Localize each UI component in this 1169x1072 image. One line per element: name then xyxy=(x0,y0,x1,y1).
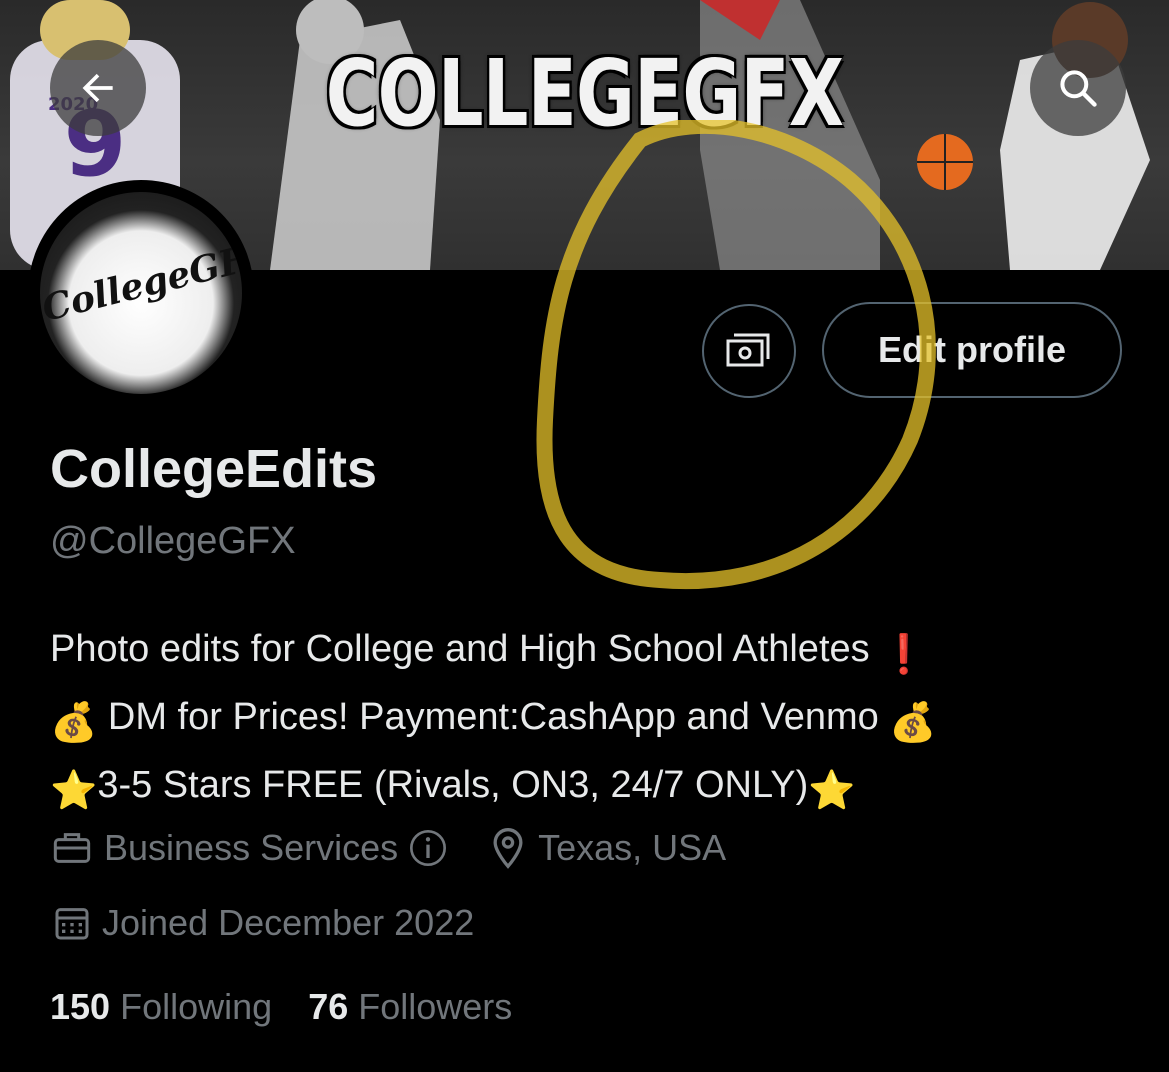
edit-profile-button[interactable]: Edit profile xyxy=(822,302,1122,398)
money-bill-icon xyxy=(726,333,770,367)
arrow-left-icon xyxy=(82,73,113,103)
calendar-icon xyxy=(55,908,89,940)
search-icon xyxy=(1060,70,1097,107)
avatar-logo-text: CollegeGFX xyxy=(40,232,242,330)
profile-meta-row: Business Services Texas, USA xyxy=(50,826,726,870)
briefcase-icon xyxy=(53,833,91,863)
tip-button[interactable] xyxy=(702,304,796,398)
profile-bio: Photo edits for College and High School … xyxy=(50,618,1150,822)
category-label: Business Services xyxy=(104,827,399,868)
joined-date: Joined December 2022 xyxy=(102,902,475,943)
bio-line-3: ⭐3-5 Stars FREE (Rivals, ON3, 24/7 ONLY)… xyxy=(50,754,1150,822)
followers-link[interactable]: 76 Followers xyxy=(308,986,512,1027)
following-link[interactable]: 150 Following xyxy=(50,986,272,1027)
back-button[interactable] xyxy=(50,40,146,136)
money-bag-emoji: 💰 xyxy=(50,702,98,744)
bio-line-1: Photo edits for College and High School … xyxy=(50,618,1150,686)
follow-stats: 150 Following 76 Followers xyxy=(50,986,512,1028)
followers-label: Followers xyxy=(358,986,513,1027)
following-label: Following xyxy=(120,986,273,1027)
location-pin-icon xyxy=(493,828,523,869)
star-emoji: ⭐ xyxy=(808,770,856,812)
bio-text: 3-5 Stars FREE (Rivals, ON3, 24/7 ONLY) xyxy=(97,764,809,806)
bio-text: DM for Prices! Payment:CashApp and Venmo xyxy=(97,696,890,738)
bio-line-2: 💰 DM for Prices! Payment:CashApp and Ven… xyxy=(50,686,1150,754)
joined-row: Joined December 2022 xyxy=(50,902,474,944)
banner-title: COLLEGEGFX xyxy=(325,40,844,147)
search-button[interactable] xyxy=(1030,40,1126,136)
location-label: Texas, USA xyxy=(538,827,727,868)
followers-count: 76 xyxy=(308,986,349,1027)
star-emoji: ⭐ xyxy=(50,770,98,812)
username-handle: @CollegeGFX xyxy=(50,520,296,562)
info-icon[interactable] xyxy=(408,828,448,868)
display-name: CollegeEdits xyxy=(50,439,378,499)
following-count: 150 xyxy=(50,986,111,1027)
exclamation-emoji: ❗ xyxy=(880,634,928,676)
avatar[interactable]: CollegeGFX xyxy=(40,192,242,394)
bio-text: Photo edits for College and High School … xyxy=(50,628,881,670)
money-bag-emoji: 💰 xyxy=(889,702,937,744)
